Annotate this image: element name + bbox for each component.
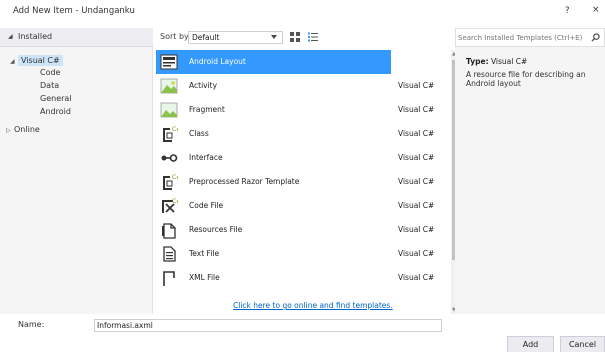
category-tree: ◢ Installed ◢ Visual C# Code Data Genera… xyxy=(0,28,153,314)
name-field[interactable] xyxy=(94,319,442,332)
razor-template-icon: C# xyxy=(163,174,178,190)
fragment-icon xyxy=(160,102,178,118)
resources-file-icon xyxy=(162,223,176,239)
xml-file-icon xyxy=(163,271,175,286)
name-label: Name: xyxy=(18,320,45,329)
template-row[interactable]: Activity Visual C# xyxy=(156,74,434,98)
template-row[interactable]: C# Code File Visual C# xyxy=(156,194,434,218)
template-pane: Sort by: Default Android Layout Visual C… xyxy=(154,28,459,314)
code-file-icon: C# xyxy=(162,198,178,213)
tree-node-online[interactable]: Online xyxy=(14,125,40,134)
template-row[interactable]: Interface Visual C# xyxy=(156,146,434,170)
tree-node-general[interactable]: General xyxy=(40,94,72,103)
help-button[interactable]: ? xyxy=(565,6,570,16)
tree-node-installed[interactable]: ◢ Installed xyxy=(0,28,153,47)
details-pane: Type: Visual C# A resource file for desc… xyxy=(455,28,605,314)
template-row[interactable]: C# Preprocessed Razor Template Visual C# xyxy=(156,170,434,194)
list-view-icon[interactable] xyxy=(308,32,318,42)
search-icon[interactable] xyxy=(591,33,600,42)
tree-node-android[interactable]: Android xyxy=(40,107,71,116)
tree-node-code[interactable]: Code xyxy=(40,68,60,77)
svg-text:C#: C# xyxy=(172,198,178,205)
chevron-down-icon xyxy=(271,35,277,39)
text-file-icon xyxy=(163,246,176,262)
sort-bar: Sort by: Default xyxy=(154,28,451,47)
title-bar: Add New Item - Undanganku ? × xyxy=(0,0,605,26)
template-row[interactable]: Android Layout Visual C# xyxy=(156,50,434,74)
class-icon: C# xyxy=(163,126,178,142)
sort-label: Sort by: xyxy=(160,32,191,41)
activity-icon xyxy=(160,78,178,94)
cancel-button[interactable]: Cancel xyxy=(560,336,605,352)
template-type: Type: Visual C# xyxy=(466,57,528,66)
expanded-arrow-icon[interactable]: ◢ xyxy=(10,58,15,65)
add-button[interactable]: Add xyxy=(507,336,554,352)
interface-icon xyxy=(161,154,178,162)
search-box[interactable] xyxy=(455,28,605,47)
window-title: Add New Item - Undanganku xyxy=(13,6,135,16)
template-list: Android Layout Visual C# Activity Visual… xyxy=(154,50,441,314)
bottom-bar: Name: Add Cancel xyxy=(0,314,605,352)
collapsed-arrow-icon[interactable]: ▷ xyxy=(6,127,11,134)
sort-dropdown[interactable]: Default xyxy=(188,31,283,44)
expanded-arrow-icon: ◢ xyxy=(8,33,13,40)
tree-node-data[interactable]: Data xyxy=(40,81,59,90)
template-row[interactable]: Fragment Visual C# xyxy=(156,98,434,122)
svg-text:C#: C# xyxy=(172,126,178,133)
template-row[interactable]: XML File Visual C# xyxy=(156,266,434,290)
close-button[interactable]: × xyxy=(592,5,600,15)
search-input[interactable] xyxy=(458,31,588,44)
tree-node-visual-csharp[interactable]: Visual C# xyxy=(18,55,63,66)
find-templates-online-link[interactable]: Click here to go online and find templat… xyxy=(233,301,393,310)
android-layout-icon xyxy=(160,54,178,70)
template-row[interactable]: Text File Visual C# xyxy=(156,242,434,266)
medium-icons-view-icon[interactable] xyxy=(290,32,300,42)
svg-text:C#: C# xyxy=(172,174,178,181)
template-row[interactable]: Resources File Visual C# xyxy=(156,218,434,242)
template-row[interactable]: C# Class Visual C# xyxy=(156,122,434,146)
template-description: A resource file for describing an Androi… xyxy=(466,70,586,89)
